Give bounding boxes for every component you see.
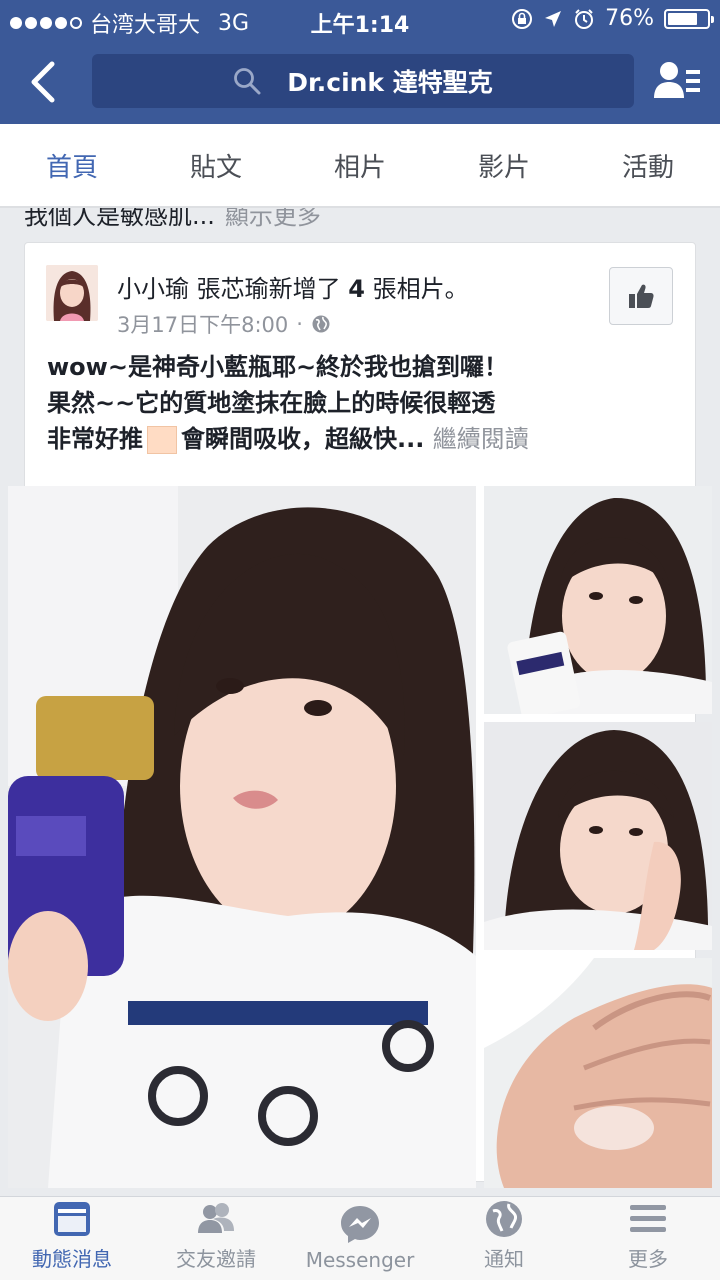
friends-list-button[interactable] — [652, 56, 702, 106]
post-timestamp[interactable]: 3月17日下午8:00 — [117, 309, 288, 339]
post-message-line-2: 果然~~它的質地塗抹在臉上的時候很輕透 — [47, 389, 496, 417]
emoji-placeholder-icon — [147, 426, 177, 454]
page-tabs: 首頁 貼文 相片 影片 活動 — [0, 124, 720, 208]
tab-notifications-label: 通知 — [484, 1247, 524, 1271]
post-message-line-3b: 會瞬間吸收，超級快... — [181, 425, 425, 453]
page-like-button[interactable] — [609, 267, 673, 325]
serum-on-palm-image — [484, 958, 712, 1188]
post-header: 小小瑜 張芯瑜新增了 4 張相片。 — [117, 269, 469, 304]
thumbs-up-icon — [629, 284, 654, 308]
selfie-hand-on-cheek-image — [484, 722, 712, 950]
friends-list-icon — [654, 62, 700, 98]
tab-videos[interactable]: 影片 — [432, 124, 576, 206]
tab-news-feed[interactable]: 動態消息 — [0, 1197, 144, 1280]
tab-notifications[interactable]: 通知 — [432, 1197, 576, 1280]
battery-percent: 76% — [605, 6, 654, 31]
alarm-clock-icon — [575, 8, 594, 29]
search-query-text: Dr.cink 達特聖克 — [287, 68, 493, 97]
tab-events[interactable]: 活動 — [576, 124, 720, 206]
rotation-lock-icon — [512, 8, 533, 29]
post-author-name[interactable]: 小小瑜 張芯瑜 — [117, 275, 269, 303]
battery-fill — [668, 12, 697, 25]
post-photo-3[interactable] — [484, 722, 712, 950]
search-icon — [234, 68, 261, 95]
post-photo-1[interactable] — [8, 486, 476, 1188]
post-meta: 3月17日下午8:00 · — [117, 309, 331, 339]
post-message-line-1: wow~是神奇小藍瓶耶~終於我也搶到囉！ — [47, 353, 509, 381]
news-feed-icon — [54, 1202, 90, 1236]
tab-more-label: 更多 — [628, 1247, 668, 1271]
selfie-with-serum-bottle-image — [8, 486, 476, 1188]
tab-messenger[interactable]: Messenger — [288, 1197, 432, 1280]
tab-friend-requests-label: 交友邀請 — [176, 1247, 256, 1271]
post-photo-4[interactable] — [484, 958, 712, 1188]
chevron-left-icon — [31, 61, 55, 103]
bottom-tab-bar: 動態消息 交友邀請 Messenger 通知 更多 — [0, 1196, 720, 1280]
battery-icon — [664, 8, 714, 29]
globe-icon — [312, 315, 330, 333]
status-right: 76% — [511, 6, 714, 31]
tab-messenger-label: Messenger — [305, 1248, 415, 1272]
post-message: wow~是神奇小藍瓶耶~終於我也搶到囉！ 果然~~它的質地塗抹在臉上的時候很輕透… — [47, 349, 677, 457]
tab-home[interactable]: 首頁 — [0, 124, 144, 206]
tab-photos[interactable]: 相片 — [288, 124, 432, 206]
avatar-image — [46, 265, 98, 321]
avatar[interactable] — [46, 265, 98, 321]
friend-requests-icon — [198, 1203, 234, 1233]
post-message-line-3: 非常好推 會瞬間吸收，超級快... 繼續閱讀 — [47, 421, 677, 457]
tab-posts[interactable]: 貼文 — [144, 124, 288, 206]
post-photo-2[interactable] — [484, 486, 712, 714]
navigation-bar: Dr.cink 達特聖克 — [0, 40, 720, 124]
photo-unit-text: 張相片。 — [372, 275, 469, 303]
selfie-with-dr-cink-box-image — [484, 486, 712, 714]
page-search-bar[interactable]: Dr.cink 達特聖克 — [92, 54, 634, 108]
messenger-icon — [341, 1206, 379, 1243]
location-arrow-icon — [545, 10, 562, 27]
tab-friend-requests[interactable]: 交友邀請 — [144, 1197, 288, 1280]
tab-news-feed-label: 動態消息 — [32, 1247, 112, 1271]
continue-reading-link[interactable]: 繼續閱讀 — [433, 425, 529, 453]
tab-more[interactable]: 更多 — [576, 1197, 720, 1280]
post-message-line-3a: 非常好推 — [47, 425, 143, 453]
notifications-globe-icon — [486, 1201, 522, 1237]
facebook-page-screen: 台湾大哥大 3G 上午1:14 76% Dr.cink 達特聖克 首頁 貼文 相… — [0, 0, 720, 1280]
post-action-text: 新增了 — [268, 275, 341, 303]
meta-separator: · — [296, 312, 303, 336]
back-button[interactable] — [22, 58, 66, 106]
status-bar: 台湾大哥大 3G 上午1:14 76% — [0, 0, 720, 40]
photo-count: 4 — [348, 275, 365, 303]
menu-icon — [630, 1205, 666, 1232]
